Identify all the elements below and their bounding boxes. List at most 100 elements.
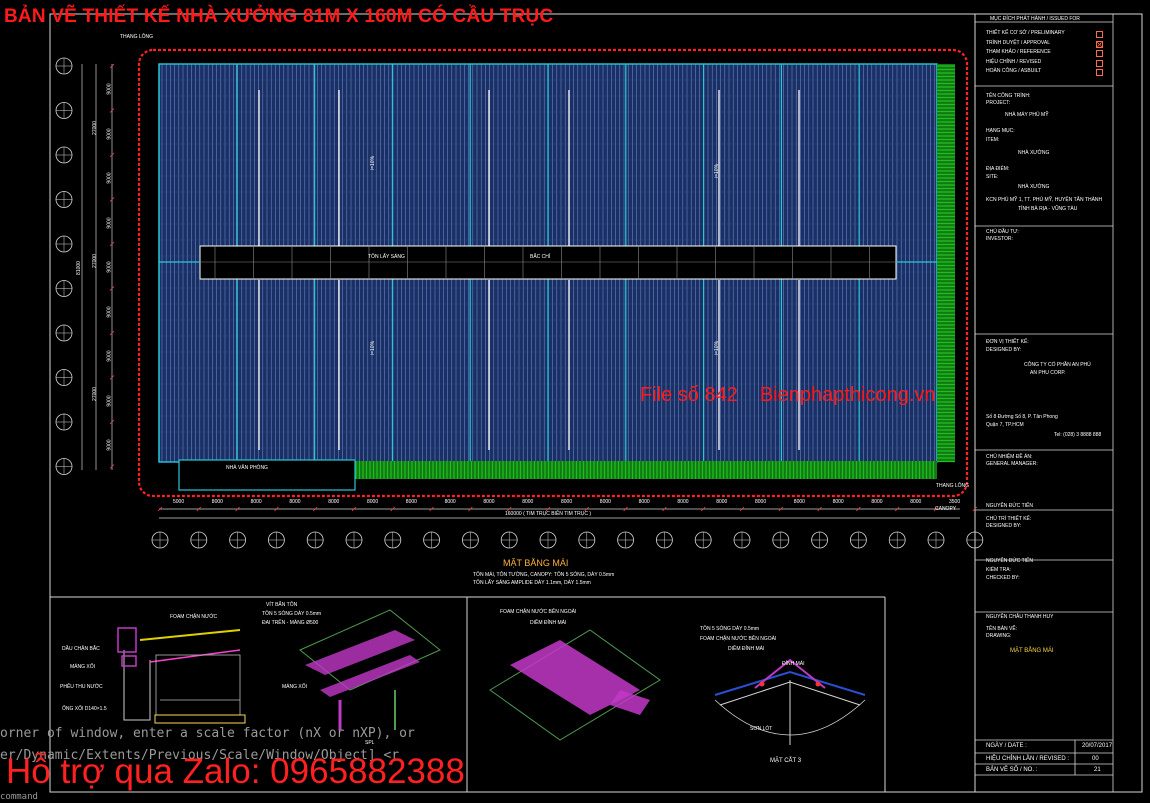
- tb-check-label-en: CHECKED BY:: [986, 575, 1020, 581]
- bottom-dim-label: 8000: [638, 499, 650, 505]
- command-line-1: orner of window, enter a scale factor (n…: [0, 726, 415, 741]
- bottom-dim-label: 8000: [832, 499, 844, 505]
- support-banner: Hỗ trợ qua Zalo: 0965882388: [6, 752, 465, 791]
- bottom-dim-label: 8000: [289, 499, 301, 505]
- tb-header: MỤC ĐÍCH PHÁT HÀNH / ISSUED FOR: [990, 16, 1080, 22]
- detail-gutter-iso: [299, 609, 441, 730]
- detail-left-label-8: ĐAI TRÊN - MÁNG Ø500: [262, 620, 319, 626]
- tb-design-label: CHỦ TRÌ THIẾT KẾ:: [986, 516, 1032, 522]
- bottom-dim-label: 8000: [599, 499, 611, 505]
- tb-project-label-en: PROJECT:: [986, 100, 1011, 106]
- left-sub-dim-label: 27000: [91, 387, 98, 401]
- tb-draw-name: NGUYỄN CHÂU THANH HUY: [986, 614, 1054, 620]
- cad-drawing-canvas[interactable]: [0, 0, 1150, 803]
- drawing-title-banner: BẢN VẼ THIẾT KẾ NHÀ XƯỞNG 81M X 160M CÓ …: [4, 6, 554, 27]
- issue-checkbox[interactable]: [1096, 69, 1103, 76]
- detail-left-label-5: ỐNG XỐI D140×1.5: [62, 706, 107, 712]
- detail-left-label-2: DẦU CHẶN BẮC: [62, 646, 100, 652]
- left-dim-label: 9000: [106, 261, 113, 273]
- tb-rev-label: HIỆU CHỈNH LẦN / REVISED :: [986, 756, 1070, 762]
- detail-left-label-9: MÁNG XỐI: [282, 684, 308, 690]
- tb-phone: Tel: (028) 3 8888 888: [1054, 432, 1102, 438]
- detail-right-label-3: DIỀM ĐỈNH MÁI: [728, 646, 765, 652]
- label-slope-a: i=10%: [370, 155, 377, 171]
- tb-designer-label-en: DESIGNED BY:: [986, 347, 1022, 353]
- bottom-dim-label: 5000: [173, 499, 185, 505]
- watermark: File số 842 Bienphapthicong.vn: [640, 384, 958, 407]
- plan-caption: MẶT BẰNG MÁI: [503, 558, 569, 568]
- left-dim-label: 9000: [106, 394, 113, 407]
- tb-director-label-en: GENERAL MANAGER:: [986, 461, 1038, 467]
- tb-location-a: NHÀ XƯỞNG: [1018, 184, 1050, 190]
- tb-location-label-en: SITE:: [986, 174, 999, 180]
- tb-design-label-en: DESIGNED BY:: [986, 523, 1022, 529]
- tb-sheet: 21: [1094, 767, 1101, 773]
- tb-designer-name-b: AN PHU CORP.: [1030, 370, 1066, 376]
- tb-drawing-label: TÊN BẢN VẼ:: [986, 626, 1018, 632]
- tb-director: NGUYỄN ĐỨC TIẾN: [986, 503, 1033, 509]
- left-dim-label: 9000: [106, 172, 113, 184]
- bottom-dim-label: 8000: [522, 499, 534, 505]
- left-sub-dim-label: 27000: [91, 254, 98, 268]
- tb-address-a: Số 8 Đường Số 8, P. Tân Phong: [986, 414, 1058, 420]
- label-left-total: 81000: [75, 261, 82, 275]
- bottom-dim-label: 8000: [871, 499, 883, 505]
- tb-rev: 00: [1092, 756, 1099, 762]
- label-ridge: BẮC CHỈ: [530, 254, 551, 260]
- tb-drawing-title: MẶT BẰNG MÁI: [1010, 648, 1054, 654]
- left-dim-label: 9000: [106, 305, 113, 318]
- bottom-dim-label: 3500: [949, 499, 961, 505]
- plan-note-1: TÔN MÁI, TÔN TƯỜNG, CANOPY: TÔN 5 SÓNG, …: [473, 572, 615, 578]
- detail-mid-label-1: FOAM CHẶN NƯỚC BÊN NGOÀI: [500, 609, 577, 615]
- label-slope-c: i=10%: [370, 340, 377, 356]
- watermark-file: File số 842: [640, 384, 738, 406]
- tb-address-b: Quận 7, TP.HCM: [986, 422, 1024, 428]
- issue-item: TRÌNH DUYỆT / APPROVAL: [986, 39, 1050, 46]
- label-top-left: THANG LÔNG: [120, 34, 154, 40]
- detail-gutter: [117, 627, 246, 724]
- watermark-site: Bienphapthicong.vn: [759, 384, 936, 406]
- tb-sheet-label: BẢN VẼ SỐ / NO. :: [986, 767, 1038, 773]
- detail-left-label-3: MÁNG XỐI: [70, 664, 96, 670]
- label-bottom-right: THANG LÔNG: [936, 483, 970, 489]
- detail-left-label-6: VÍT BẮN TÔN: [266, 602, 298, 608]
- bottom-dim-label: 8000: [561, 499, 573, 505]
- label-slope-d: i=10%: [714, 340, 721, 356]
- tb-date-label: NGÀY / DATE :: [986, 743, 1027, 749]
- issue-checkbox[interactable]: [1096, 59, 1103, 67]
- left-dim-label: 9000: [106, 127, 113, 140]
- tb-location-c: TỈNH BÀ RỊA - VŨNG TÀU: [1018, 206, 1078, 212]
- bottom-dim-label: 8000: [793, 499, 805, 505]
- command-prompt[interactable]: command: [0, 792, 38, 802]
- bottom-dim-label: 8000: [367, 499, 379, 505]
- detail-left-label-4: PHỄU THU NƯỚC: [60, 684, 103, 690]
- issue-checkbox[interactable]: [1096, 40, 1103, 48]
- tb-check-label: KIỂM TRA:: [986, 567, 1011, 573]
- detail-left-label-1: FOAM CHẶN NƯỚC: [170, 614, 218, 620]
- label-dim-total: 160000 ( TIM TRỤC BIÊN TIM TRỤC ): [505, 511, 592, 517]
- issue-checkbox[interactable]: [1096, 50, 1103, 57]
- tb-item: NHÀ XƯỞNG: [1018, 150, 1050, 156]
- left-dim-label: 9000: [106, 350, 113, 362]
- left-dim-label: 9000: [106, 439, 113, 451]
- issue-item: HOÀN CÔNG / ASBUILT: [986, 68, 1042, 74]
- issue-checkbox[interactable]: [1096, 31, 1103, 38]
- detail-right-label-5: SƠN LÓT: [750, 726, 773, 732]
- issue-item: THAM KHẢO / REFERENCE: [986, 49, 1051, 55]
- tb-location-b: KCN PHÚ MỸ 1, TT. PHÚ MỸ, HUYỆN TÂN THÀN…: [986, 197, 1103, 203]
- tb-designer-label: ĐƠN VỊ THIẾT KẾ:: [986, 339, 1029, 345]
- tb-project-label: TÊN CÔNG TRÌNH:: [986, 93, 1031, 99]
- tb-director-label: CHỦ NHIỆM ĐỀ ÁN:: [986, 454, 1033, 460]
- label-canopy: CANOPY: [935, 506, 957, 512]
- bottom-dim-label: 8000: [677, 499, 689, 505]
- bottom-dim-label: 8000: [211, 499, 223, 505]
- tb-drawing-label-en: DRAWING:: [986, 633, 1012, 639]
- bottom-dim-label: 8000: [910, 499, 922, 505]
- tb-owner-label-en: INVESTOR:: [986, 236, 1013, 242]
- detail-mid-label-2: DIỀM ĐỈNH MÁI: [530, 620, 567, 626]
- bottom-dim-label: 8000: [716, 499, 728, 505]
- tb-location-label: ĐỊA ĐIỂM:: [986, 166, 1010, 172]
- detail-right-label-4: ĐỈNH MÁI: [782, 661, 805, 667]
- detail-left-label-7: TÔN 5 SÓNG DÀY 0.5mm: [262, 611, 322, 617]
- plan-note-2: TÔN LẤY SÁNG AMPLIDE DÀY 1.1mm, DÀY 1.5m…: [473, 580, 591, 586]
